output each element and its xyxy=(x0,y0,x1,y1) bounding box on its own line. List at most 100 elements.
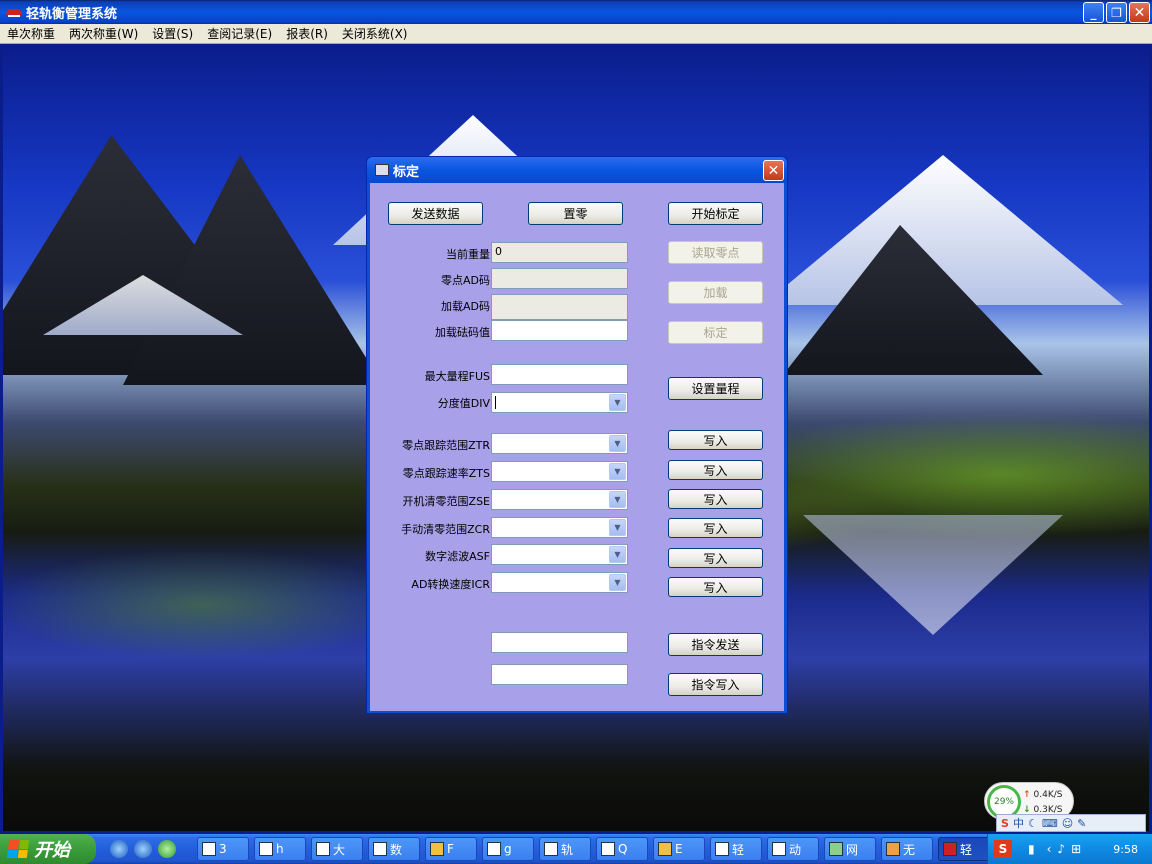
wrench-icon[interactable]: ✎ xyxy=(1077,817,1086,830)
load-weight-input[interactable] xyxy=(491,320,628,341)
load-ad-field[interactable] xyxy=(491,294,628,320)
read-zero-button[interactable]: 读取零点 xyxy=(668,241,763,264)
taskbar-item-label: 无 xyxy=(903,842,916,857)
taskbar-item-3[interactable]: 大 xyxy=(311,837,363,861)
clock[interactable]: 9:58 xyxy=(1113,843,1138,856)
dialog-body: 发送数据 置零 开始标定 当前重量 0 读取零点 零点AD码 加载AD码 加载 … xyxy=(370,183,784,711)
close-button[interactable]: ✕ xyxy=(1129,2,1150,23)
zts-select[interactable]: ▼ xyxy=(491,461,628,482)
ie-icon[interactable] xyxy=(110,840,128,858)
division-select[interactable]: ▼ xyxy=(491,392,628,413)
chevron-down-icon[interactable]: ▼ xyxy=(609,574,626,591)
word-icon xyxy=(544,842,558,856)
chevron-down-icon[interactable]: ▼ xyxy=(609,491,626,508)
menu-records[interactable]: 查阅记录(E) xyxy=(200,25,279,42)
taskbar-item-11[interactable]: 动 xyxy=(767,837,819,861)
write-ztr-button[interactable]: 写入 xyxy=(668,430,763,450)
menu-close-system[interactable]: 关闭系统(X) xyxy=(335,25,415,42)
zero-button[interactable]: 置零 xyxy=(528,202,623,225)
taskbar-item-1[interactable]: 3 xyxy=(197,837,249,861)
taskbar-item-label: 数 xyxy=(390,842,403,857)
taskbar-item-13[interactable]: 无 xyxy=(881,837,933,861)
zero-ad-label: 零点AD码 xyxy=(441,274,490,287)
taskbar-item-8[interactable]: Q xyxy=(596,837,648,861)
zse-select[interactable]: ▼ xyxy=(491,489,628,510)
command-input-2[interactable] xyxy=(491,664,628,685)
taskbar-item-12[interactable]: 网 xyxy=(824,837,876,861)
taskbar-item-4[interactable]: 数 xyxy=(368,837,420,861)
zcr-select[interactable]: ▼ xyxy=(491,517,628,538)
max-range-label: 最大量程FUS xyxy=(424,370,490,383)
set-range-button[interactable]: 设置量程 xyxy=(668,377,763,400)
globe-icon xyxy=(829,842,843,856)
send-data-button[interactable]: 发送数据 xyxy=(388,202,483,225)
taskbar-item-14-active[interactable]: 轻 xyxy=(938,837,990,861)
taskbar-item-6[interactable]: g xyxy=(482,837,534,861)
ime-mode-label[interactable]: 中 xyxy=(1013,815,1024,831)
taskbar-item-10[interactable]: 轻 xyxy=(710,837,762,861)
minimize-button[interactable]: _ xyxy=(1083,2,1104,23)
asf-label: 数字滤波ASF xyxy=(425,550,490,563)
upload-arrow-icon: ↑ xyxy=(1023,790,1031,800)
load-button[interactable]: 加载 xyxy=(668,281,763,304)
command-input-1[interactable] xyxy=(491,632,628,653)
moon-icon[interactable]: ☾ xyxy=(1028,817,1038,830)
zero-ad-field[interactable] xyxy=(491,268,628,289)
icr-label: AD转换速度ICR xyxy=(411,578,490,591)
chevron-down-icon[interactable]: ▼ xyxy=(609,519,626,536)
window-icon xyxy=(373,842,387,856)
restore-button[interactable]: ❐ xyxy=(1106,2,1127,23)
icr-select[interactable]: ▼ xyxy=(491,572,628,593)
word-icon xyxy=(487,842,501,856)
app-icon xyxy=(715,842,729,856)
ztr-select[interactable]: ▼ xyxy=(491,433,628,454)
sogou-icon[interactable]: S xyxy=(994,840,1012,858)
user-icon[interactable]: ☺ xyxy=(1062,817,1073,830)
chevron-down-icon[interactable]: ▼ xyxy=(609,394,626,411)
menu-settings[interactable]: 设置(S) xyxy=(145,25,200,42)
taskbar-item-7[interactable]: 轨 xyxy=(539,837,591,861)
write-zcr-button[interactable]: 写入 xyxy=(668,518,763,538)
chevron-down-icon[interactable]: ▼ xyxy=(609,463,626,480)
menu-reports[interactable]: 报表(R) xyxy=(279,25,335,42)
write-icr-button[interactable]: 写入 xyxy=(668,577,763,597)
calibration-dialog: 标定 ✕ 发送数据 置零 开始标定 当前重量 0 读取零点 零点AD码 加载AD… xyxy=(366,156,788,714)
chevron-down-icon[interactable]: ▼ xyxy=(609,546,626,563)
window-icon xyxy=(316,842,330,856)
system-tray: S ▮ ‹ ♪ ⊞ 9:58 xyxy=(987,834,1152,864)
keyboard-icon[interactable]: ⌨ xyxy=(1042,817,1058,830)
app-icon xyxy=(943,842,957,856)
start-button[interactable]: 开始 xyxy=(0,834,96,864)
browser-icon[interactable] xyxy=(134,840,152,858)
dialog-close-button[interactable]: ✕ xyxy=(763,160,784,181)
taskbar-item-5[interactable]: F xyxy=(425,837,477,861)
taskbar-item-9[interactable]: E xyxy=(653,837,705,861)
load-weight-label: 加载砝码值 xyxy=(435,326,490,339)
360-icon[interactable] xyxy=(158,840,176,858)
command-send-button[interactable]: 指令发送 xyxy=(668,633,763,656)
folder-icon xyxy=(430,842,444,856)
command-write-button[interactable]: 指令写入 xyxy=(668,673,763,696)
write-zse-button[interactable]: 写入 xyxy=(668,489,763,509)
current-weight-field[interactable]: 0 xyxy=(491,242,628,263)
asf-select[interactable]: ▼ xyxy=(491,544,628,565)
menu-double-weigh[interactable]: 两次称重(W) xyxy=(62,25,145,42)
start-calibration-button[interactable]: 开始标定 xyxy=(668,202,763,225)
chevron-down-icon[interactable]: ▼ xyxy=(609,435,626,452)
taskbar-item-label: F xyxy=(447,842,454,856)
taskbar-item-2[interactable]: h xyxy=(254,837,306,861)
ime-toolbar[interactable]: S 中 ☾ ⌨ ☺ ✎ xyxy=(996,814,1146,832)
load-ad-label: 加载AD码 xyxy=(441,300,490,313)
chevron-left-icon[interactable]: ‹ xyxy=(1047,842,1052,856)
volume-icon[interactable]: ♪ xyxy=(1057,842,1065,856)
ime-logo-icon[interactable]: S xyxy=(1001,817,1009,830)
network-icon[interactable]: ⊞ xyxy=(1071,842,1081,856)
max-range-input[interactable] xyxy=(491,364,628,385)
windows-logo-icon xyxy=(6,840,30,858)
zcr-label: 手动清零范围ZCR xyxy=(401,523,490,536)
menu-single-weigh[interactable]: 单次称重 xyxy=(0,25,62,42)
write-asf-button[interactable]: 写入 xyxy=(668,548,763,568)
write-zts-button[interactable]: 写入 xyxy=(668,460,763,480)
calibrate-button[interactable]: 标定 xyxy=(668,321,763,344)
battery-icon[interactable]: ▮ xyxy=(1028,842,1035,856)
